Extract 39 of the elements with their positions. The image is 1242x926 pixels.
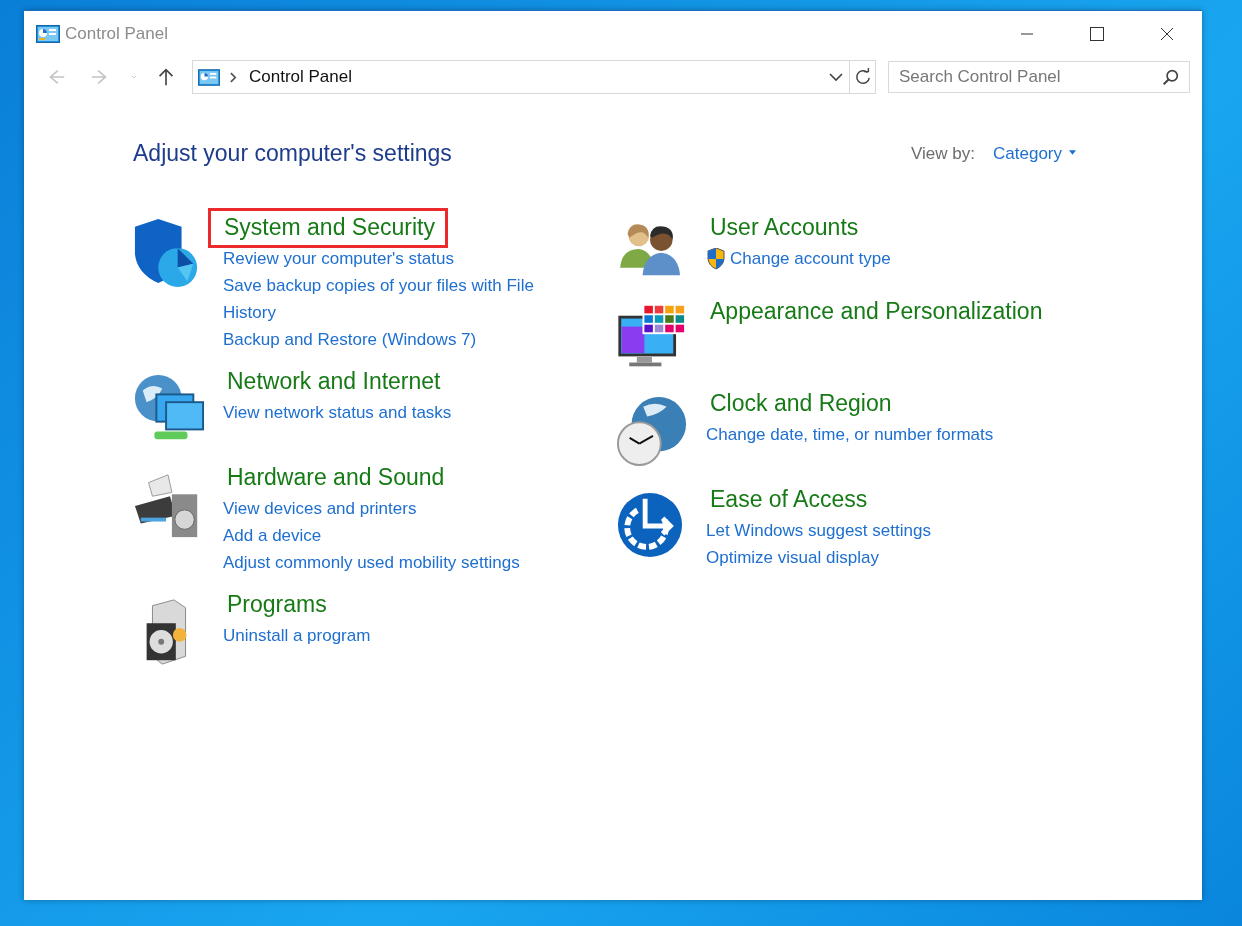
task-link[interactable]: View network status and tasks	[223, 399, 452, 426]
category-link[interactable]: Programs	[227, 591, 327, 617]
address-bar[interactable]: Control Panel	[192, 60, 876, 94]
view-by-label: View by:	[911, 143, 975, 164]
address-path: Control Panel	[249, 67, 352, 87]
category-link[interactable]: Network and Internet	[227, 368, 441, 394]
task-link[interactable]: Review your computer's status	[223, 245, 454, 272]
dropdown-caret-icon[interactable]	[829, 72, 843, 82]
globe-clock-icon[interactable]	[616, 395, 688, 467]
view-by-dropdown[interactable]: Category	[993, 143, 1076, 164]
category-link[interactable]: Hardware and Sound	[227, 464, 445, 490]
search-field[interactable]: Search Control Panel	[888, 61, 1190, 93]
control-panel-icon	[36, 25, 60, 43]
window-title: Control Panel	[65, 24, 168, 44]
refresh-icon	[853, 68, 872, 86]
search-icon	[1162, 69, 1179, 86]
category-link[interactable]: Ease of Access	[710, 486, 868, 512]
maximize-icon	[1090, 27, 1104, 41]
category-link[interactable]: Clock and Region	[710, 390, 892, 416]
task-link[interactable]: Let Windows suggest settings	[706, 517, 931, 544]
task-link[interactable]: Change account type	[730, 245, 891, 272]
task-link[interactable]: Change date, time, or number formats	[706, 421, 994, 448]
category-link[interactable]: User Accounts	[710, 214, 859, 240]
control-panel-icon	[198, 68, 220, 86]
task-link[interactable]: Uninstall a program	[223, 622, 371, 649]
task-link[interactable]: View devices and printers	[223, 495, 417, 522]
ease-of-access-icon[interactable]	[616, 491, 684, 559]
caret-icon	[1069, 149, 1076, 155]
task-link[interactable]: Optimize visual display	[706, 544, 879, 571]
close-icon	[1160, 27, 1174, 41]
page-heading: Adjust your computer's settings	[133, 140, 452, 167]
chevron-icon	[230, 71, 237, 83]
uac-shield-icon	[706, 247, 726, 270]
task-link[interactable]: Save backup copies of your files with File History	[223, 272, 564, 326]
task-link[interactable]: Adjust commonly used mobility settings	[223, 549, 520, 576]
category-link[interactable]: Appearance and Personalization	[710, 298, 1043, 324]
task-link[interactable]: Backup and Restore (Windows 7)	[223, 326, 477, 353]
category-link[interactable]: System and Security	[224, 214, 435, 240]
task-link[interactable]: Add a device	[223, 522, 322, 549]
